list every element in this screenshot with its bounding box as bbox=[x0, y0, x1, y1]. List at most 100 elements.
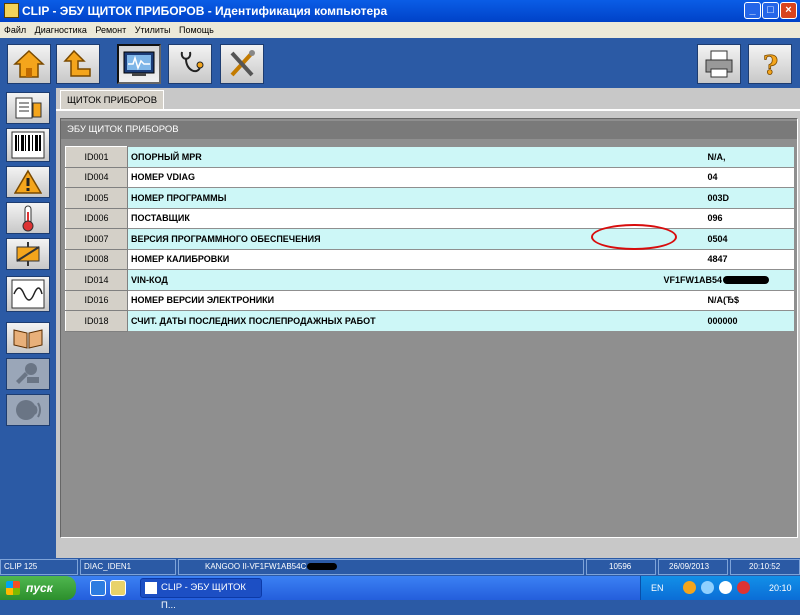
redaction-mark bbox=[723, 276, 770, 285]
redaction-mark bbox=[307, 563, 338, 571]
tab-instrument-panel[interactable]: ЩИТОК ПРИБОРОВ bbox=[60, 90, 165, 110]
row-id-button[interactable]: ID016 bbox=[65, 289, 128, 311]
tab-divider bbox=[56, 109, 800, 111]
row-label: НОМЕР VDIAG bbox=[127, 167, 628, 188]
row-value: N/A(Ђ$ bbox=[627, 290, 794, 311]
warning-icon bbox=[14, 169, 42, 194]
sidebar-warning-button[interactable] bbox=[6, 166, 50, 198]
status-vehicle: KANGOO II-VF1FW1AB54C bbox=[178, 559, 584, 575]
main-panel: ЩИТОК ПРИБОРОВ ЭБУ ЩИТОК ПРИБОРОВ ID001 … bbox=[56, 88, 800, 558]
ie-quicklaunch-icon[interactable] bbox=[90, 580, 106, 596]
start-button[interactable]: пуск bbox=[0, 576, 76, 600]
menu-repair[interactable]: Ремонт bbox=[95, 25, 126, 35]
tray-app-icon[interactable] bbox=[683, 581, 696, 594]
print-button[interactable] bbox=[697, 44, 741, 84]
back-button[interactable] bbox=[56, 44, 100, 84]
printer-icon bbox=[705, 50, 733, 78]
sidebar-voice-button[interactable] bbox=[6, 394, 50, 426]
repair-icon bbox=[16, 363, 39, 384]
taskbar-item-clip[interactable]: CLIP - ЭБУ ЩИТОК П... bbox=[140, 578, 262, 611]
sidebar-repair-button[interactable] bbox=[6, 358, 50, 390]
barcode-icon bbox=[11, 131, 45, 159]
menu-bar: Файл Диагностика Ремонт Утилиты Помощь bbox=[0, 22, 800, 38]
explorer-quicklaunch-icon[interactable] bbox=[110, 580, 126, 596]
row-id-button[interactable]: ID005 bbox=[65, 187, 128, 209]
row-value: 000000 bbox=[627, 310, 794, 332]
start-label: пуск bbox=[26, 581, 53, 595]
identification-panel: ЭБУ ЩИТОК ПРИБОРОВ ID001 ОПОРНЫЙ MPR N/A… bbox=[60, 118, 798, 538]
table-row: ID008 НОМЕР КАЛИБРОВКИ 4847 bbox=[65, 248, 794, 270]
language-indicator[interactable]: EN bbox=[651, 576, 664, 600]
sidebar-thermometer-button[interactable] bbox=[6, 202, 50, 234]
row-id-button[interactable]: ID018 bbox=[65, 310, 128, 332]
row-id-button[interactable]: ID008 bbox=[65, 248, 128, 270]
row-label: ВЕРСИЯ ПРОГРАММНОГО ОБЕСПЕЧЕНИЯ bbox=[127, 228, 628, 250]
app-icon bbox=[4, 3, 19, 18]
row-label: НОМЕР ПРОГРАММЫ bbox=[127, 187, 628, 209]
row-id-button[interactable]: ID014 bbox=[65, 269, 128, 291]
stethoscope-icon bbox=[180, 51, 204, 73]
close-button[interactable]: × bbox=[780, 2, 797, 19]
tools-icon bbox=[230, 50, 255, 77]
sidebar-actuator-button[interactable] bbox=[6, 238, 50, 270]
row-value: 4847 bbox=[627, 249, 794, 270]
table-row: ID018 СЧИТ. ДАТЫ ПОСЛЕДНИХ ПОСЛЕПРОДАЖНЫ… bbox=[65, 310, 794, 332]
window-title: CLIP - ЭБУ ЩИТОК ПРИБОРОВ - Идентификаци… bbox=[22, 4, 388, 18]
system-tray: EN 20:10 bbox=[640, 576, 800, 600]
status-code: 10596 bbox=[586, 559, 656, 575]
menu-diagnostics[interactable]: Диагностика bbox=[35, 25, 87, 35]
row-label: ОПОРНЫЙ MPR bbox=[127, 146, 628, 168]
home-button[interactable] bbox=[7, 44, 51, 84]
clock: 20:10 bbox=[769, 583, 792, 593]
window-icon bbox=[145, 582, 157, 594]
sidebar-documents-button[interactable] bbox=[6, 92, 50, 124]
home-icon bbox=[13, 49, 45, 78]
row-id-button[interactable]: ID004 bbox=[65, 166, 128, 188]
monitor-button[interactable] bbox=[117, 44, 161, 84]
row-value: N/A, bbox=[627, 146, 794, 168]
vin-value: VF1FW1AB54 bbox=[663, 274, 723, 285]
menu-utilities[interactable]: Утилиты bbox=[135, 25, 171, 35]
table-row: ID014 VIN-КОД VF1FW1AB54 bbox=[65, 269, 794, 291]
minimize-button[interactable]: _ bbox=[744, 2, 761, 19]
back-icon bbox=[63, 49, 91, 77]
tools-button[interactable] bbox=[220, 44, 264, 84]
stethoscope-button[interactable] bbox=[168, 44, 212, 84]
thermometer-icon bbox=[22, 205, 34, 232]
row-id-button[interactable]: ID001 bbox=[65, 146, 128, 168]
status-screen: DIAC_IDEN1 bbox=[80, 559, 176, 575]
row-label: ПОСТАВЩИК bbox=[127, 208, 628, 229]
toolbar: ? bbox=[0, 38, 800, 88]
sidebar-barcode-button[interactable] bbox=[6, 128, 50, 162]
tray-volume-icon[interactable] bbox=[719, 581, 732, 594]
tray-network-icon[interactable] bbox=[701, 581, 714, 594]
row-label: НОМЕР КАЛИБРОВКИ bbox=[127, 249, 628, 270]
row-id-button[interactable]: ID006 bbox=[65, 207, 128, 229]
help-icon: ? bbox=[763, 51, 779, 79]
sidebar-manual-button[interactable] bbox=[6, 322, 50, 354]
windows-logo-icon bbox=[6, 581, 20, 595]
table-row: ID001 ОПОРНЫЙ MPR N/A, bbox=[65, 146, 794, 168]
row-id-button[interactable]: ID007 bbox=[65, 228, 128, 250]
row-value: 04 bbox=[627, 167, 794, 188]
maximize-button[interactable]: □ bbox=[762, 2, 779, 19]
section-title: ЭБУ ЩИТОК ПРИБОРОВ bbox=[61, 121, 797, 139]
sidebar-oscilloscope-button[interactable] bbox=[6, 276, 50, 312]
help-button[interactable]: ? bbox=[748, 44, 792, 84]
menu-file[interactable]: Файл bbox=[4, 25, 26, 35]
svg-text:?: ? bbox=[763, 51, 778, 79]
table-row: ID005 НОМЕР ПРОГРАММЫ 003D bbox=[65, 187, 794, 209]
row-value: 003D bbox=[627, 187, 794, 209]
menu-help[interactable]: Помощь bbox=[179, 25, 214, 35]
status-date: 26/09/2013 bbox=[658, 559, 728, 575]
row-value-vin: VF1FW1AB54 bbox=[627, 269, 794, 291]
status-vehicle-text: KANGOO II-VF1FW1AB54C bbox=[205, 562, 307, 571]
manual-icon bbox=[13, 329, 43, 349]
actuator-icon bbox=[16, 242, 40, 266]
documents-icon bbox=[15, 97, 42, 119]
highlight-ellipse bbox=[591, 224, 677, 250]
sidebar bbox=[0, 88, 56, 558]
status-bar: CLIP 125 DIAC_IDEN1 KANGOO II-VF1FW1AB54… bbox=[0, 558, 800, 576]
tray-security-icon[interactable] bbox=[737, 581, 750, 594]
status-app: CLIP 125 bbox=[0, 559, 78, 575]
